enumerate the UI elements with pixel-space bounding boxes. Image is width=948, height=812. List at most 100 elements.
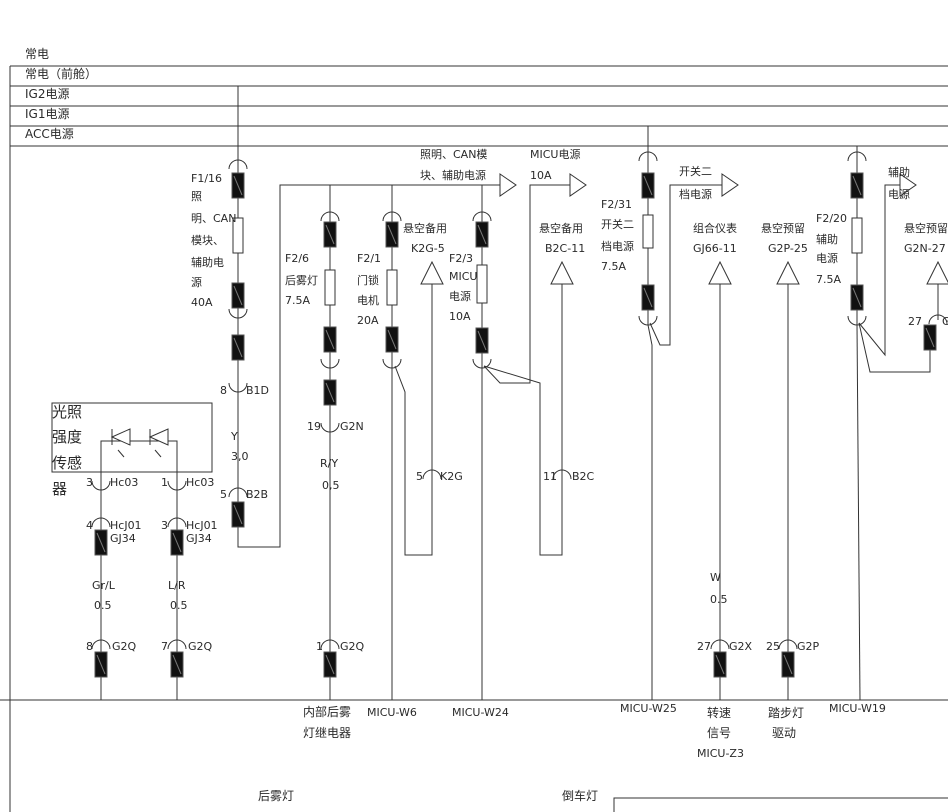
svg-text:19: 19 (307, 420, 321, 433)
svg-text:门锁: 门锁 (357, 273, 379, 287)
svg-text:照明、CAN模: 照明、CAN模 (420, 148, 487, 161)
arrow-label-switch2: 开关二 档电源 (679, 164, 712, 201)
fuse-f1-16-label: F1/16 照 明、CAN 模块、 辅助电 源 40A (191, 172, 236, 309)
output-arrow-icon (499, 173, 517, 197)
svg-text:辅助: 辅助 (888, 165, 910, 179)
bus-label-constant-front: 常电（前舱） (25, 66, 97, 81)
svg-text:MICU-W6: MICU-W6 (367, 706, 417, 719)
svg-text:G2N: G2N (340, 420, 364, 433)
svg-text:B2C-11: B2C-11 (545, 242, 585, 255)
svg-text:G2P-25: G2P-25 (768, 242, 808, 255)
svg-text:块、辅助电源: 块、辅助电源 (420, 168, 486, 182)
svg-text:电源: 电源 (816, 251, 838, 265)
spare-label-k2g: 悬空备用 K2G-5 (403, 221, 447, 255)
svg-text:F1/16: F1/16 (191, 172, 222, 185)
svg-text:0,5: 0,5 (322, 479, 340, 492)
svg-text:强度: 强度 (52, 428, 82, 446)
svg-text:27: 27 (908, 315, 922, 328)
svg-text:10A: 10A (449, 310, 471, 323)
spare-terminal-triangle-icon (550, 260, 574, 285)
svg-text:器: 器 (52, 480, 67, 498)
svg-text:信号: 信号 (707, 726, 731, 740)
fuse-element (851, 217, 863, 254)
svg-text:20A: 20A (357, 314, 379, 327)
svg-text:0.5: 0.5 (170, 599, 188, 612)
svg-text:光照: 光照 (52, 403, 82, 421)
svg-text:传感: 传感 (52, 454, 82, 472)
svg-text:3: 3 (161, 519, 168, 532)
svg-text:F2/20: F2/20 (816, 212, 847, 225)
svg-text:悬空备用: 悬空备用 (539, 221, 583, 235)
svg-text:GJ66-11: GJ66-11 (693, 242, 737, 255)
svg-text:HcJ01: HcJ01 (186, 519, 218, 532)
svg-text:G2Q: G2Q (340, 640, 365, 653)
wire (394, 262, 433, 556)
svg-text:内部后雾: 内部后雾 (303, 704, 351, 719)
svg-text:3: 3 (86, 476, 93, 489)
svg-text:F2/3: F2/3 (449, 252, 473, 265)
svg-text:B1D: B1D (246, 384, 269, 397)
svg-text:0.5: 0.5 (710, 593, 728, 606)
footer-reverse-light: 倒车灯 (562, 788, 598, 803)
svg-text:8: 8 (86, 640, 93, 653)
spare-label-g2p: 悬空预留 G2P-25 (761, 221, 808, 255)
svg-text:档电源: 档电源 (601, 239, 634, 253)
spare-label-gj66: 组合仪表 GJ66-11 (693, 221, 737, 255)
svg-text:F2/1: F2/1 (357, 252, 381, 265)
svg-text:1: 1 (161, 476, 168, 489)
svg-text:明、CAN: 明、CAN (191, 212, 236, 225)
footer-box (613, 797, 948, 812)
bus-label-constant: 常电 (25, 47, 49, 61)
svg-text:G2P: G2P (797, 640, 820, 653)
fuse-f2-31-label: F2/31 开关二 档电源 7.5A (601, 198, 634, 273)
wire (858, 184, 900, 357)
svg-text:Gr/L: Gr/L (92, 579, 116, 592)
svg-text:踏步灯: 踏步灯 (768, 706, 804, 720)
svg-text:10A: 10A (530, 169, 552, 182)
svg-text:模块、: 模块、 (191, 234, 224, 247)
light-ray-icon (117, 449, 125, 458)
svg-text:MICU: MICU (449, 270, 477, 283)
svg-text:3,0: 3,0 (231, 450, 249, 463)
svg-text:悬空预留: 悬空预留 (904, 221, 948, 235)
fuse-element (324, 269, 336, 306)
spare-terminal-triangle-icon (708, 260, 732, 285)
svg-text:悬空预留: 悬空预留 (761, 221, 805, 235)
svg-text:8: 8 (220, 384, 227, 397)
svg-text:组合仪表: 组合仪表 (693, 221, 737, 235)
svg-text:R/Y: R/Y (320, 457, 338, 470)
svg-text:辅助电: 辅助电 (191, 255, 224, 269)
spare-terminal-triangle-icon (420, 260, 444, 285)
fuse-f2-6-label: F2/6 后雾灯 7.5A (285, 252, 318, 307)
svg-text:0.5: 0.5 (94, 599, 112, 612)
svg-text:档电源: 档电源 (679, 187, 712, 201)
svg-text:G2X: G2X (729, 640, 753, 653)
svg-text:HcJ01: HcJ01 (110, 519, 142, 532)
svg-text:转速: 转速 (707, 705, 731, 720)
wire (237, 184, 500, 548)
svg-text:GJ34: GJ34 (110, 532, 136, 545)
wiring-diagram: 常电 常电（前舱） IG2电源 IG1电源 ACC电源 F1/16 照 明、CA… (0, 47, 948, 812)
output-arrow-icon (569, 173, 587, 197)
svg-text:5: 5 (220, 488, 227, 501)
svg-text:25: 25 (766, 640, 780, 653)
wire (483, 262, 563, 556)
svg-text:后雾灯: 后雾灯 (285, 274, 318, 287)
svg-text:4: 4 (86, 519, 93, 532)
wire (647, 324, 653, 700)
wire (649, 184, 722, 346)
svg-text:源: 源 (191, 275, 202, 289)
svg-text:Hc03: Hc03 (186, 476, 214, 489)
bus-label-acc: ACC电源 (25, 127, 74, 141)
fuse-element (386, 269, 398, 306)
svg-text:电源: 电源 (888, 187, 910, 201)
svg-text:7.5A: 7.5A (601, 260, 626, 273)
bus-label-ig1: IG1电源 (25, 107, 69, 121)
wire (858, 322, 931, 373)
svg-text:Y: Y (230, 430, 238, 443)
arrow-label-lighting: 照明、CAN模 块、辅助电源 (420, 148, 487, 182)
svg-text:MICU-Z3: MICU-Z3 (697, 747, 744, 760)
svg-text:辅助: 辅助 (816, 232, 838, 246)
svg-text:电机: 电机 (357, 293, 379, 307)
svg-text:F2/6: F2/6 (285, 252, 309, 265)
